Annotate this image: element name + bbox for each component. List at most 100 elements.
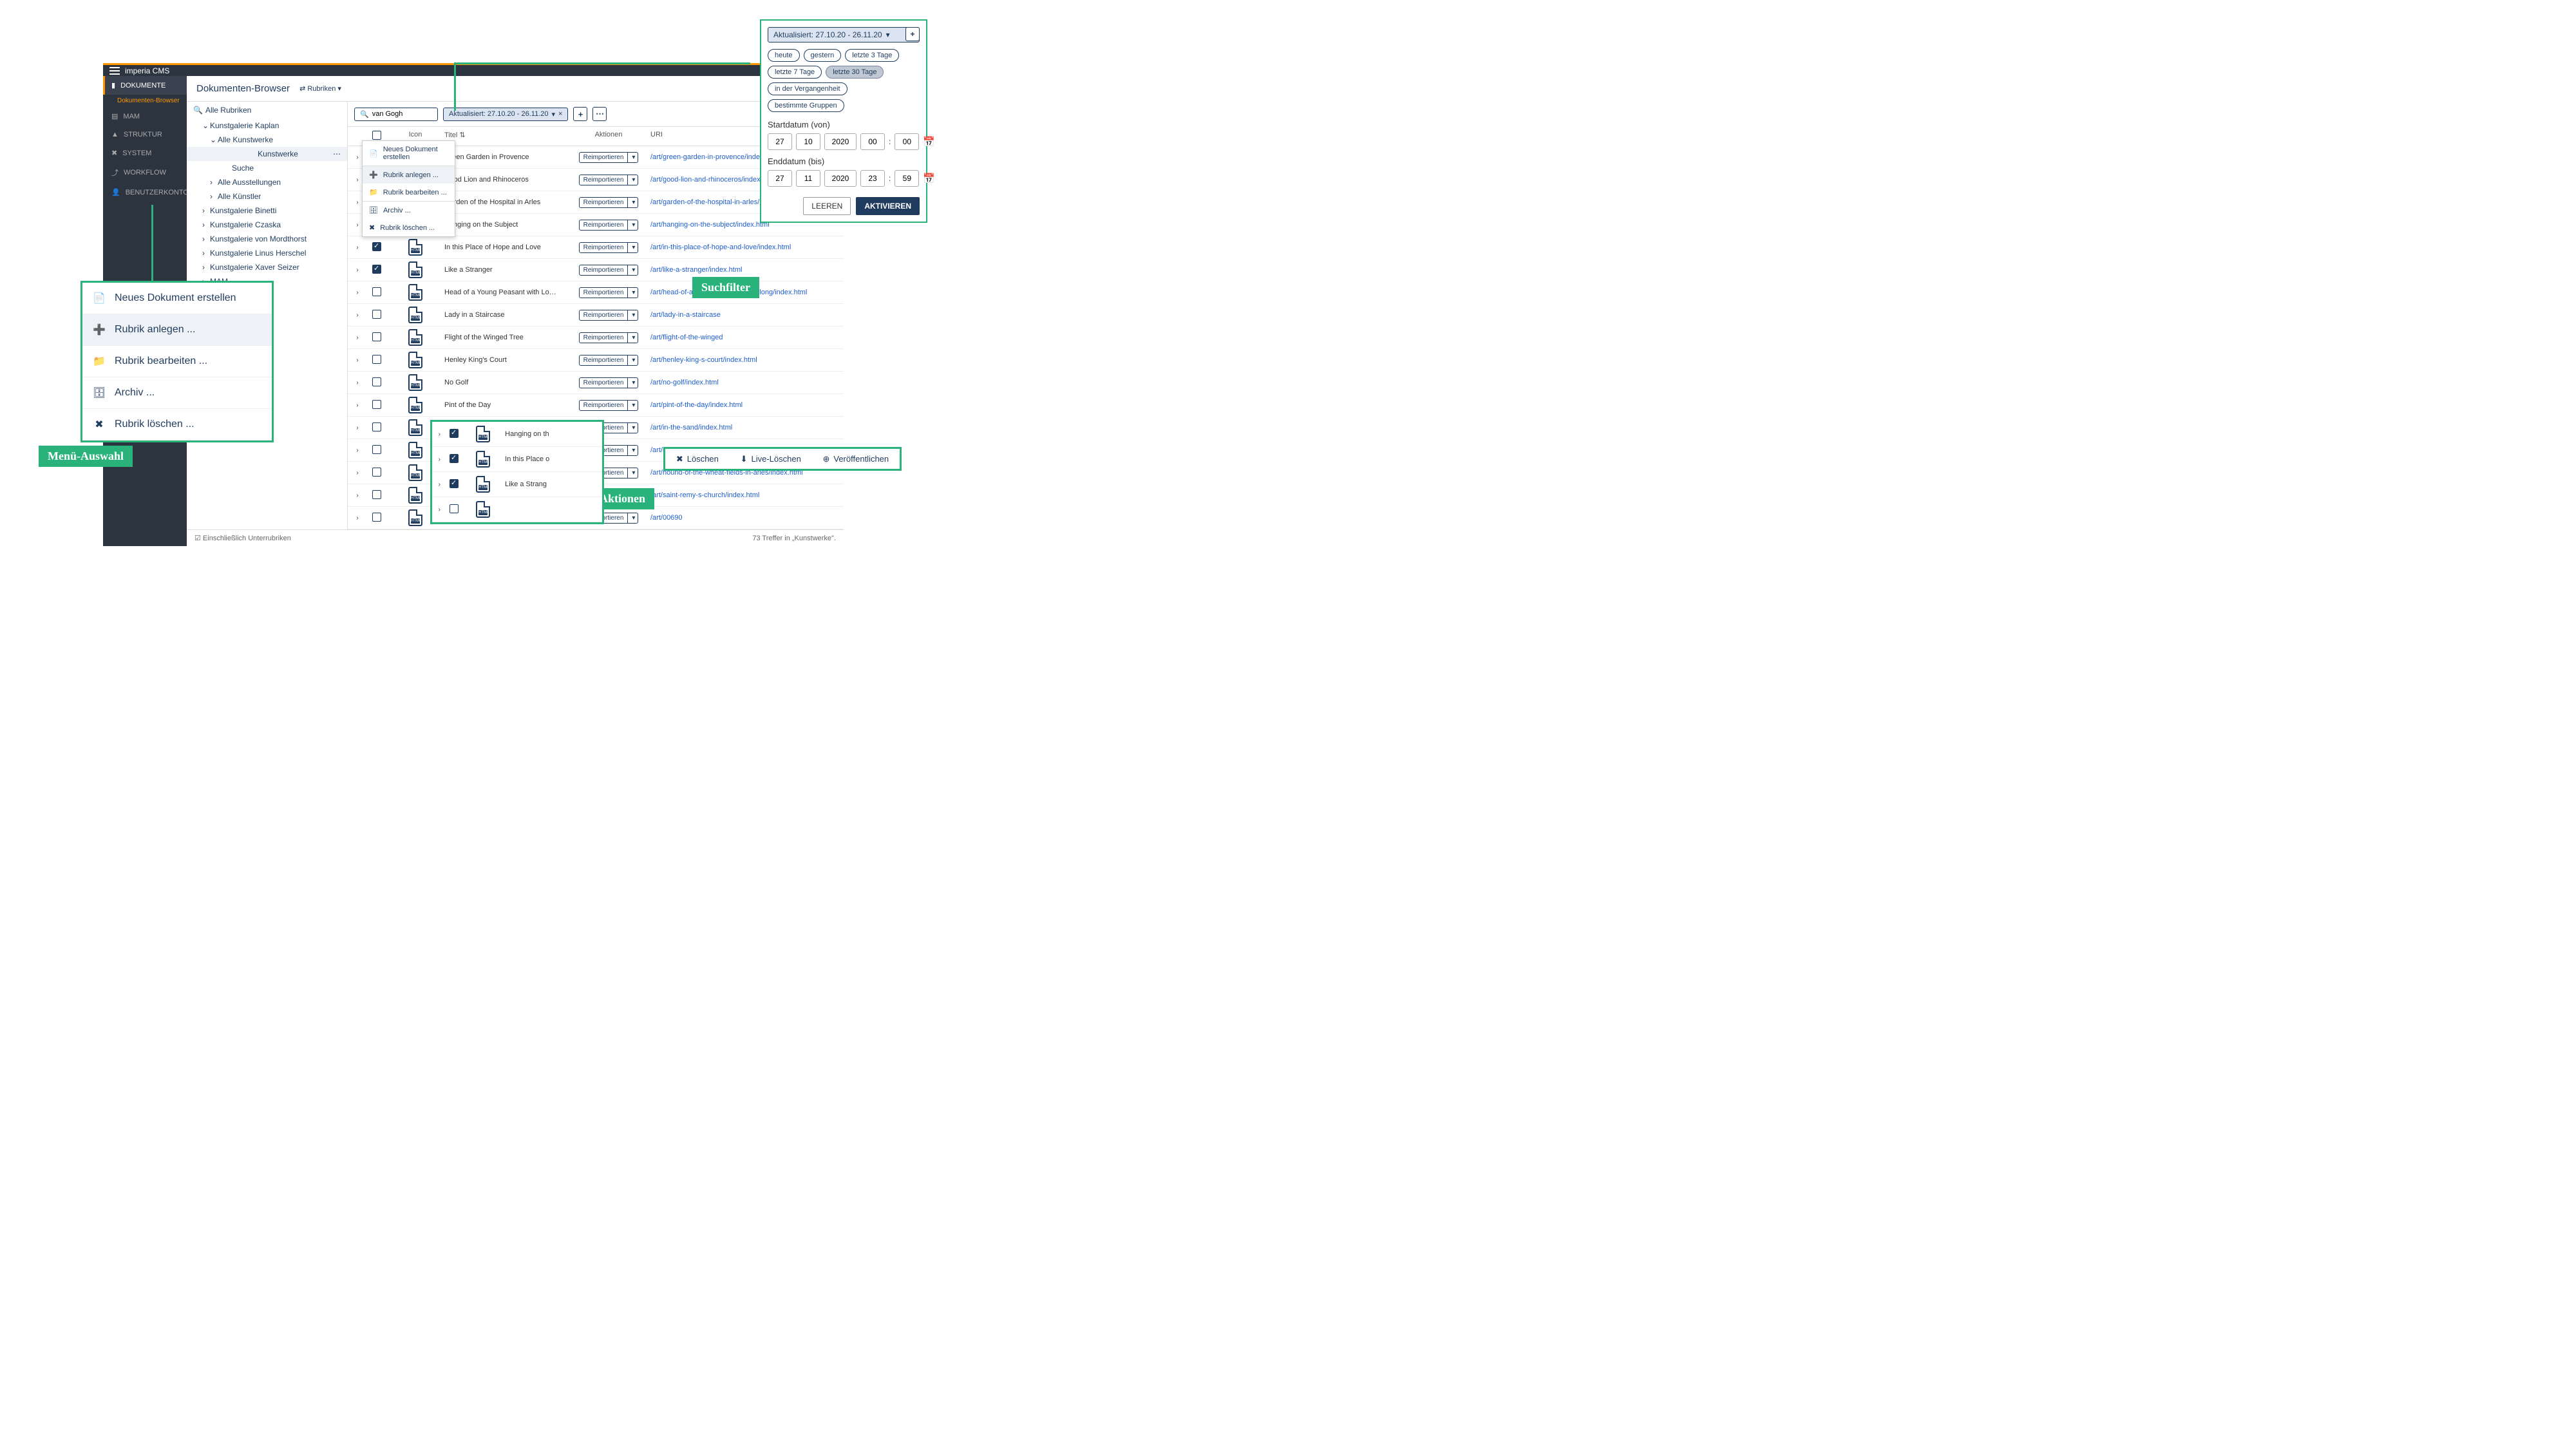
row-uri[interactable]: /art/in-the-sand/index.html — [644, 424, 844, 431]
row-uri[interactable]: /art/saint-remy-s-church/index.html — [644, 491, 844, 499]
expand-icon[interactable]: › — [356, 267, 358, 274]
hamburger-icon[interactable] — [109, 67, 120, 75]
expand-icon[interactable]: › — [439, 481, 440, 488]
end-day[interactable] — [768, 170, 792, 187]
expand-icon[interactable]: › — [356, 176, 358, 184]
expand-icon[interactable]: › — [356, 199, 358, 206]
more-icon[interactable]: ⋯ — [333, 149, 341, 158]
tree-item[interactable]: Suche — [187, 161, 347, 175]
tree-item[interactable]: ›Kunstgalerie Binetti — [187, 204, 347, 218]
row-checkbox[interactable] — [450, 479, 459, 488]
row-title[interactable]: Like a Stranger — [444, 266, 573, 274]
expand-icon[interactable]: › — [356, 154, 358, 161]
row-checkbox[interactable] — [450, 454, 459, 463]
reimport-button[interactable]: Reimportieren▾ — [579, 175, 639, 185]
tree-search[interactable]: 🔍 Alle Rubriken — [187, 102, 347, 118]
ctx-item[interactable]: 📁Rubrik bearbeiten ... — [363, 184, 455, 201]
reimport-button[interactable]: Reimportieren▾ — [579, 287, 639, 298]
preset-chip[interactable]: heute — [768, 49, 800, 62]
menu-item[interactable]: ➕Rubrik anlegen ... — [82, 314, 272, 346]
preset-chip[interactable]: in der Vergangenheit — [768, 82, 848, 95]
tree-item[interactable]: ⌄Alle Kunstwerke — [187, 133, 347, 147]
expand-icon[interactable]: › — [356, 379, 358, 386]
row-uri[interactable]: /art/henley-king-s-court/index.html — [644, 356, 844, 364]
row-uri[interactable]: /art/no-golf/index.html — [644, 379, 844, 386]
reimport-button[interactable]: Reimportieren▾ — [579, 152, 639, 163]
start-day[interactable] — [768, 133, 792, 150]
expand-icon[interactable]: › — [356, 402, 358, 409]
expand-icon[interactable]: › — [356, 447, 358, 454]
sidebar-item-system[interactable]: ✖SYSTEM — [103, 144, 187, 162]
activate-button[interactable]: AKTIVIEREN — [856, 197, 920, 215]
expand-icon[interactable]: › — [439, 431, 440, 438]
clear-button[interactable]: LEEREN — [803, 197, 851, 215]
row-title[interactable]: Garden of the Hospital in Arles — [444, 198, 573, 206]
row-title[interactable]: Henley King's Court — [444, 356, 573, 364]
preset-chip[interactable]: bestimmte Gruppen — [768, 99, 844, 112]
tree-item[interactable]: ›Kunstgalerie Czaska — [187, 218, 347, 232]
preset-chip[interactable]: letzte 3 Tage — [845, 49, 899, 62]
row-checkbox[interactable] — [372, 265, 381, 274]
reimport-button[interactable]: Reimportieren▾ — [579, 220, 639, 231]
row-checkbox[interactable] — [372, 377, 381, 386]
expand-icon[interactable]: › — [356, 222, 358, 229]
row-title[interactable]: Flight of the Winged Tree — [444, 334, 573, 341]
col-title[interactable]: Titel ⇅ — [444, 131, 573, 142]
expand-icon[interactable]: › — [439, 456, 440, 463]
tree-item[interactable]: ›Kunstgalerie Xaver Seizer — [187, 260, 347, 274]
row-uri[interactable]: /art/pint-of-the-day/index.html — [644, 401, 844, 409]
calendar-icon[interactable]: 📅 — [923, 136, 935, 147]
row-checkbox[interactable] — [372, 355, 381, 364]
tree-item[interactable]: ›Kunstgalerie Linus Herschel — [187, 246, 347, 260]
sidebar-item-benutzer[interactable]: 👤BENUTZERKONTO — [103, 183, 187, 202]
menu-item[interactable]: 🗄Archiv ... — [82, 377, 272, 409]
preset-chip[interactable]: gestern — [804, 49, 842, 62]
reimport-button[interactable]: Reimportieren▾ — [579, 310, 639, 321]
calendar-icon[interactable]: 📅 — [923, 173, 935, 184]
expand-icon[interactable]: › — [439, 506, 440, 513]
row-title[interactable]: Head of a Young Peasant with Lo… — [444, 289, 573, 296]
row-uri[interactable]: /art/in-this-place-of-hope-and-love/inde… — [644, 243, 844, 251]
tree-item[interactable]: ›Kunstgalerie von Mordthorst — [187, 232, 347, 246]
sidebar-item-mam[interactable]: ▤MAM — [103, 107, 187, 126]
expand-icon[interactable]: › — [356, 289, 358, 296]
row-checkbox[interactable] — [372, 287, 381, 296]
row-uri[interactable]: /art/lady-in-a-staircase — [644, 311, 844, 319]
row-checkbox[interactable] — [372, 490, 381, 499]
reimport-button[interactable]: Reimportieren▾ — [579, 377, 639, 388]
row-checkbox[interactable] — [372, 513, 381, 522]
bulk-delete[interactable]: ✖ Löschen — [676, 454, 719, 464]
reimport-button[interactable]: Reimportieren▾ — [579, 265, 639, 276]
row-checkbox[interactable] — [450, 429, 459, 438]
status-include-sub[interactable]: ☑ Einschließlich Unterrubriken — [194, 534, 291, 542]
ctx-item[interactable]: 🗄Archiv ... — [363, 202, 455, 219]
row-checkbox[interactable] — [372, 445, 381, 454]
expand-icon[interactable]: › — [356, 469, 358, 477]
row-checkbox[interactable] — [372, 310, 381, 319]
start-hour[interactable] — [860, 133, 885, 150]
expand-icon[interactable]: › — [356, 492, 358, 499]
row-checkbox[interactable] — [450, 504, 459, 513]
tree-item[interactable]: ›Alle Ausstellungen — [187, 175, 347, 189]
row-checkbox[interactable] — [372, 242, 381, 251]
sidebar-item-struktur[interactable]: ▲STRUKTUR — [103, 126, 187, 144]
ctx-item[interactable]: 📄Neues Dokument erstellen — [363, 141, 455, 166]
row-checkbox[interactable] — [372, 400, 381, 409]
ctx-item[interactable]: ✖Rubrik löschen ... — [363, 219, 455, 236]
row-uri[interactable]: /art/like-a-stranger/index.html — [644, 266, 844, 274]
end-year[interactable] — [824, 170, 857, 187]
start-min[interactable] — [895, 133, 919, 150]
row-checkbox[interactable] — [372, 422, 381, 431]
filter-panel-header[interactable]: Aktualisiert: 27.10.20 - 26.11.20 ▾ × — [768, 27, 920, 43]
end-month[interactable] — [796, 170, 820, 187]
row-uri[interactable]: /art/flight-of-the-winged — [644, 334, 844, 341]
tree-item[interactable]: Kunstwerke⋯ — [187, 147, 347, 161]
expand-icon[interactable]: › — [356, 312, 358, 319]
sidebar-item-dokumente[interactable]: ▮DOKUMENTE — [103, 76, 187, 95]
reimport-button[interactable]: Reimportieren▾ — [579, 400, 639, 411]
expand-icon[interactable]: › — [356, 334, 358, 341]
reimport-button[interactable]: Reimportieren▾ — [579, 197, 639, 208]
row-title[interactable]: Green Garden in Provence — [444, 153, 573, 161]
bulk-live-delete[interactable]: ⬇ Live-Löschen — [741, 454, 801, 464]
tree-item[interactable]: ⌄Kunstgalerie Kaplan — [187, 118, 347, 133]
